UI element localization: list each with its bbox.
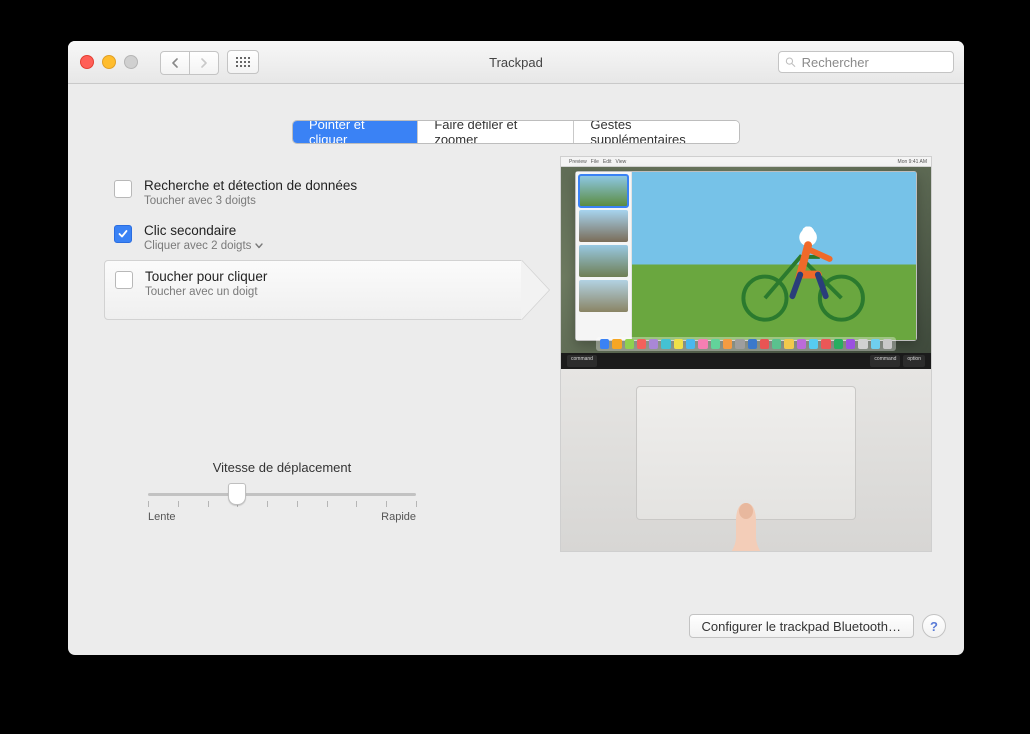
preview-desktop: PreviewFileEditView Mon 9:41 AM: [561, 157, 931, 353]
option-checkbox-1[interactable]: [114, 225, 132, 243]
dock-app-icon: [637, 339, 646, 349]
preview-thumb: [579, 280, 628, 312]
dock-app-icon: [760, 339, 769, 349]
dock-app-icon: [711, 339, 720, 349]
slider-labels: Lente Rapide: [148, 511, 416, 523]
grid-icon: [236, 57, 251, 68]
tracking-speed-slider[interactable]: [148, 483, 416, 505]
dock-app-icon: [686, 339, 695, 349]
search-input[interactable]: [800, 54, 947, 71]
dock-app-icon: [809, 339, 818, 349]
dock-app-icon: [625, 339, 634, 349]
slider-tick: [356, 501, 357, 507]
show-all-button[interactable]: [227, 50, 259, 74]
back-button[interactable]: [160, 51, 190, 75]
configure-bluetooth-button[interactable]: Configurer le trackpad Bluetooth…: [689, 614, 914, 638]
dock-app-icon: [661, 339, 670, 349]
dock-app-icon: [883, 339, 892, 349]
traffic-lights: [80, 55, 138, 69]
dock-app-icon: [821, 339, 830, 349]
dock-app-icon: [735, 339, 744, 349]
dock-app-icon: [871, 339, 880, 349]
preview-dock: [596, 337, 896, 351]
preview-laptop-body: [561, 369, 931, 551]
option-subtitle: Toucher avec 3 doigts: [144, 195, 357, 207]
preferences-window: Trackpad Pointer et cliquerFaire défiler…: [68, 41, 964, 655]
keycap: command: [567, 355, 597, 367]
slider-max-label: Rapide: [381, 511, 416, 523]
dock-app-icon: [748, 339, 757, 349]
dock-app-icon: [612, 339, 621, 349]
option-title: Recherche et détection de données: [144, 178, 357, 193]
search-icon: [785, 56, 796, 68]
minimize-window-button[interactable]: [102, 55, 116, 69]
slider-tick: [148, 501, 149, 507]
bottom-bar: Configurer le trackpad Bluetooth… ?: [689, 614, 946, 638]
dock-app-icon: [846, 339, 855, 349]
preview-thumb: [579, 210, 628, 242]
tab-bar: Pointer et cliquerFaire défiler et zoome…: [292, 120, 740, 144]
zoom-window-button: [124, 55, 138, 69]
option-row-1[interactable]: Clic secondaire Cliquer avec 2 doigts: [104, 215, 522, 260]
slider-tick: [416, 501, 417, 507]
option-row-0[interactable]: Recherche et détection de données Toucher…: [104, 170, 522, 215]
keycap: command: [870, 355, 900, 367]
option-title: Clic secondaire: [144, 223, 263, 238]
option-row-2[interactable]: Toucher pour cliquer Toucher avec un doig…: [104, 260, 522, 320]
option-title: Toucher pour cliquer: [145, 269, 267, 284]
tab-0[interactable]: Pointer et cliquer: [293, 121, 417, 143]
gesture-preview: PreviewFileEditView Mon 9:41 AM: [560, 156, 932, 552]
preview-keyboard-row: commandcommandoption: [561, 353, 931, 369]
content-area: Pointer et cliquerFaire défiler et zoome…: [68, 84, 964, 655]
dock-app-icon: [649, 339, 658, 349]
slider-line: [148, 493, 416, 496]
dock-app-icon: [858, 339, 867, 349]
option-checkbox-0[interactable]: [114, 180, 132, 198]
dock-app-icon: [834, 339, 843, 349]
keycap: option: [903, 355, 925, 367]
cyclist-icon: [717, 206, 887, 324]
slider-min-label: Lente: [148, 511, 176, 523]
preview-thumbnails: [576, 172, 632, 340]
options-list: Recherche et détection de données Toucher…: [104, 170, 522, 320]
titlebar: Trackpad: [68, 41, 964, 84]
finger-icon: [723, 499, 769, 552]
chevron-left-icon: [171, 58, 179, 68]
option-checkbox-2[interactable]: [115, 271, 133, 289]
dock-app-icon: [797, 339, 806, 349]
search-field[interactable]: [778, 51, 954, 73]
dock-app-icon: [784, 339, 793, 349]
slider-tick: [327, 501, 328, 507]
preview-photo-window: [575, 171, 917, 341]
tracking-speed-block: Vitesse de déplacement Lente Rapide: [148, 460, 416, 523]
preview-thumb: [579, 245, 628, 277]
slider-tick: [386, 501, 387, 507]
option-subtitle: Cliquer avec 2 doigts: [144, 240, 263, 252]
dock-app-icon: [600, 339, 609, 349]
checkmark-icon: [118, 229, 128, 239]
option-subtitle: Toucher avec un doigt: [145, 286, 267, 298]
chevron-right-icon: [200, 58, 208, 68]
preview-thumb: [579, 175, 628, 207]
preview-photo-main: [632, 172, 916, 340]
slider-tick: [267, 501, 268, 507]
chevron-down-icon[interactable]: [255, 241, 263, 252]
dock-app-icon: [698, 339, 707, 349]
help-button[interactable]: ?: [922, 614, 946, 638]
tab-2[interactable]: Gestes supplémentaires: [573, 121, 739, 143]
preview-menubar: PreviewFileEditView Mon 9:41 AM: [561, 157, 931, 167]
forward-button[interactable]: [190, 51, 219, 75]
dock-app-icon: [772, 339, 781, 349]
nav-group: [160, 51, 219, 73]
close-window-button[interactable]: [80, 55, 94, 69]
dock-app-icon: [674, 339, 683, 349]
slider-tick: [297, 501, 298, 507]
tab-1[interactable]: Faire défiler et zoomer: [417, 121, 573, 143]
slider-knob[interactable]: [228, 483, 246, 505]
dock-app-icon: [723, 339, 732, 349]
slider-title: Vitesse de déplacement: [148, 460, 416, 475]
slider-tick: [178, 501, 179, 507]
slider-tick: [208, 501, 209, 507]
